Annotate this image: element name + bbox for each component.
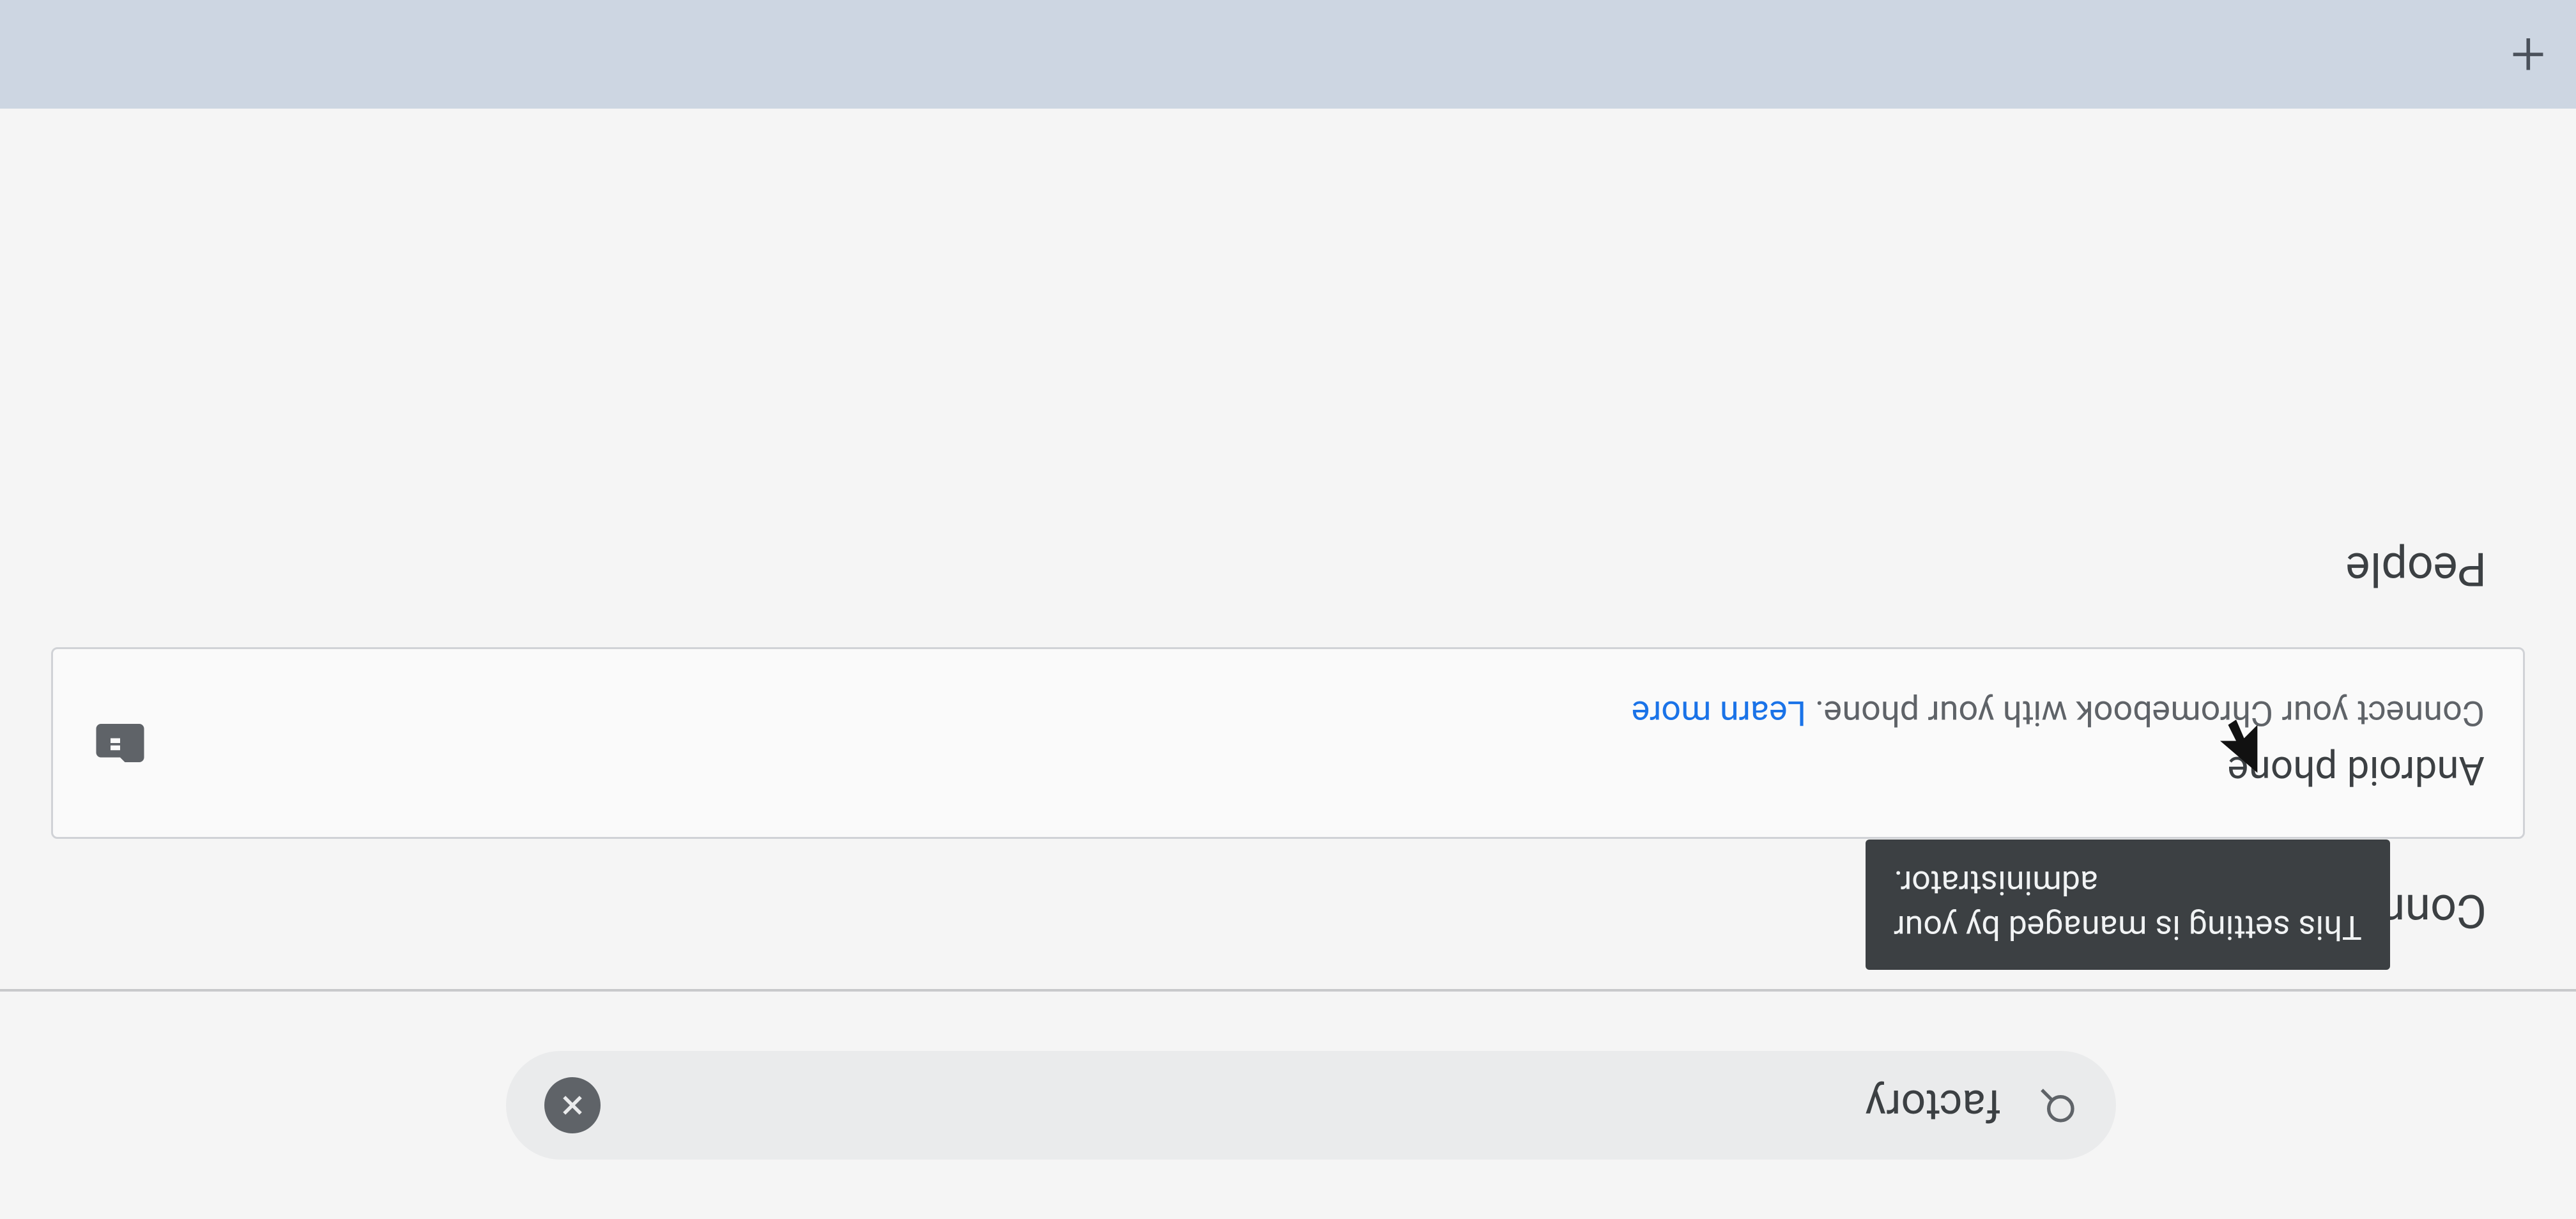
search-bar[interactable] <box>506 1051 2116 1160</box>
section-title-people: People <box>0 516 2576 609</box>
search-icon <box>2037 1085 2078 1126</box>
close-icon <box>558 1091 586 1119</box>
settings-page: Connected devices Android phone Connect … <box>0 109 2576 1219</box>
android-phone-subtitle-text: Connect your Chromebook with your phone. <box>1814 693 2485 733</box>
android-phone-subtitle: Connect your Chromebook with your phone.… <box>149 693 2485 733</box>
settings-content: Connected devices Android phone Connect … <box>0 109 2576 989</box>
learn-more-link[interactable]: Learn more <box>1632 693 1806 733</box>
tab-strip: + <box>0 0 2576 109</box>
android-phone-title: Android phone <box>149 747 2485 793</box>
managed-icon <box>91 714 149 772</box>
android-phone-card-text: Android phone Connect your Chromebook wi… <box>149 693 2485 793</box>
managed-tooltip: This setting is managed by your administ… <box>1866 839 2390 970</box>
clear-search-button[interactable] <box>544 1077 601 1133</box>
search-bar-row <box>0 989 2576 1219</box>
android-phone-card[interactable]: Android phone Connect your Chromebook wi… <box>51 647 2525 839</box>
new-tab-button[interactable]: + <box>2511 24 2545 85</box>
search-input[interactable] <box>601 1051 2037 1160</box>
